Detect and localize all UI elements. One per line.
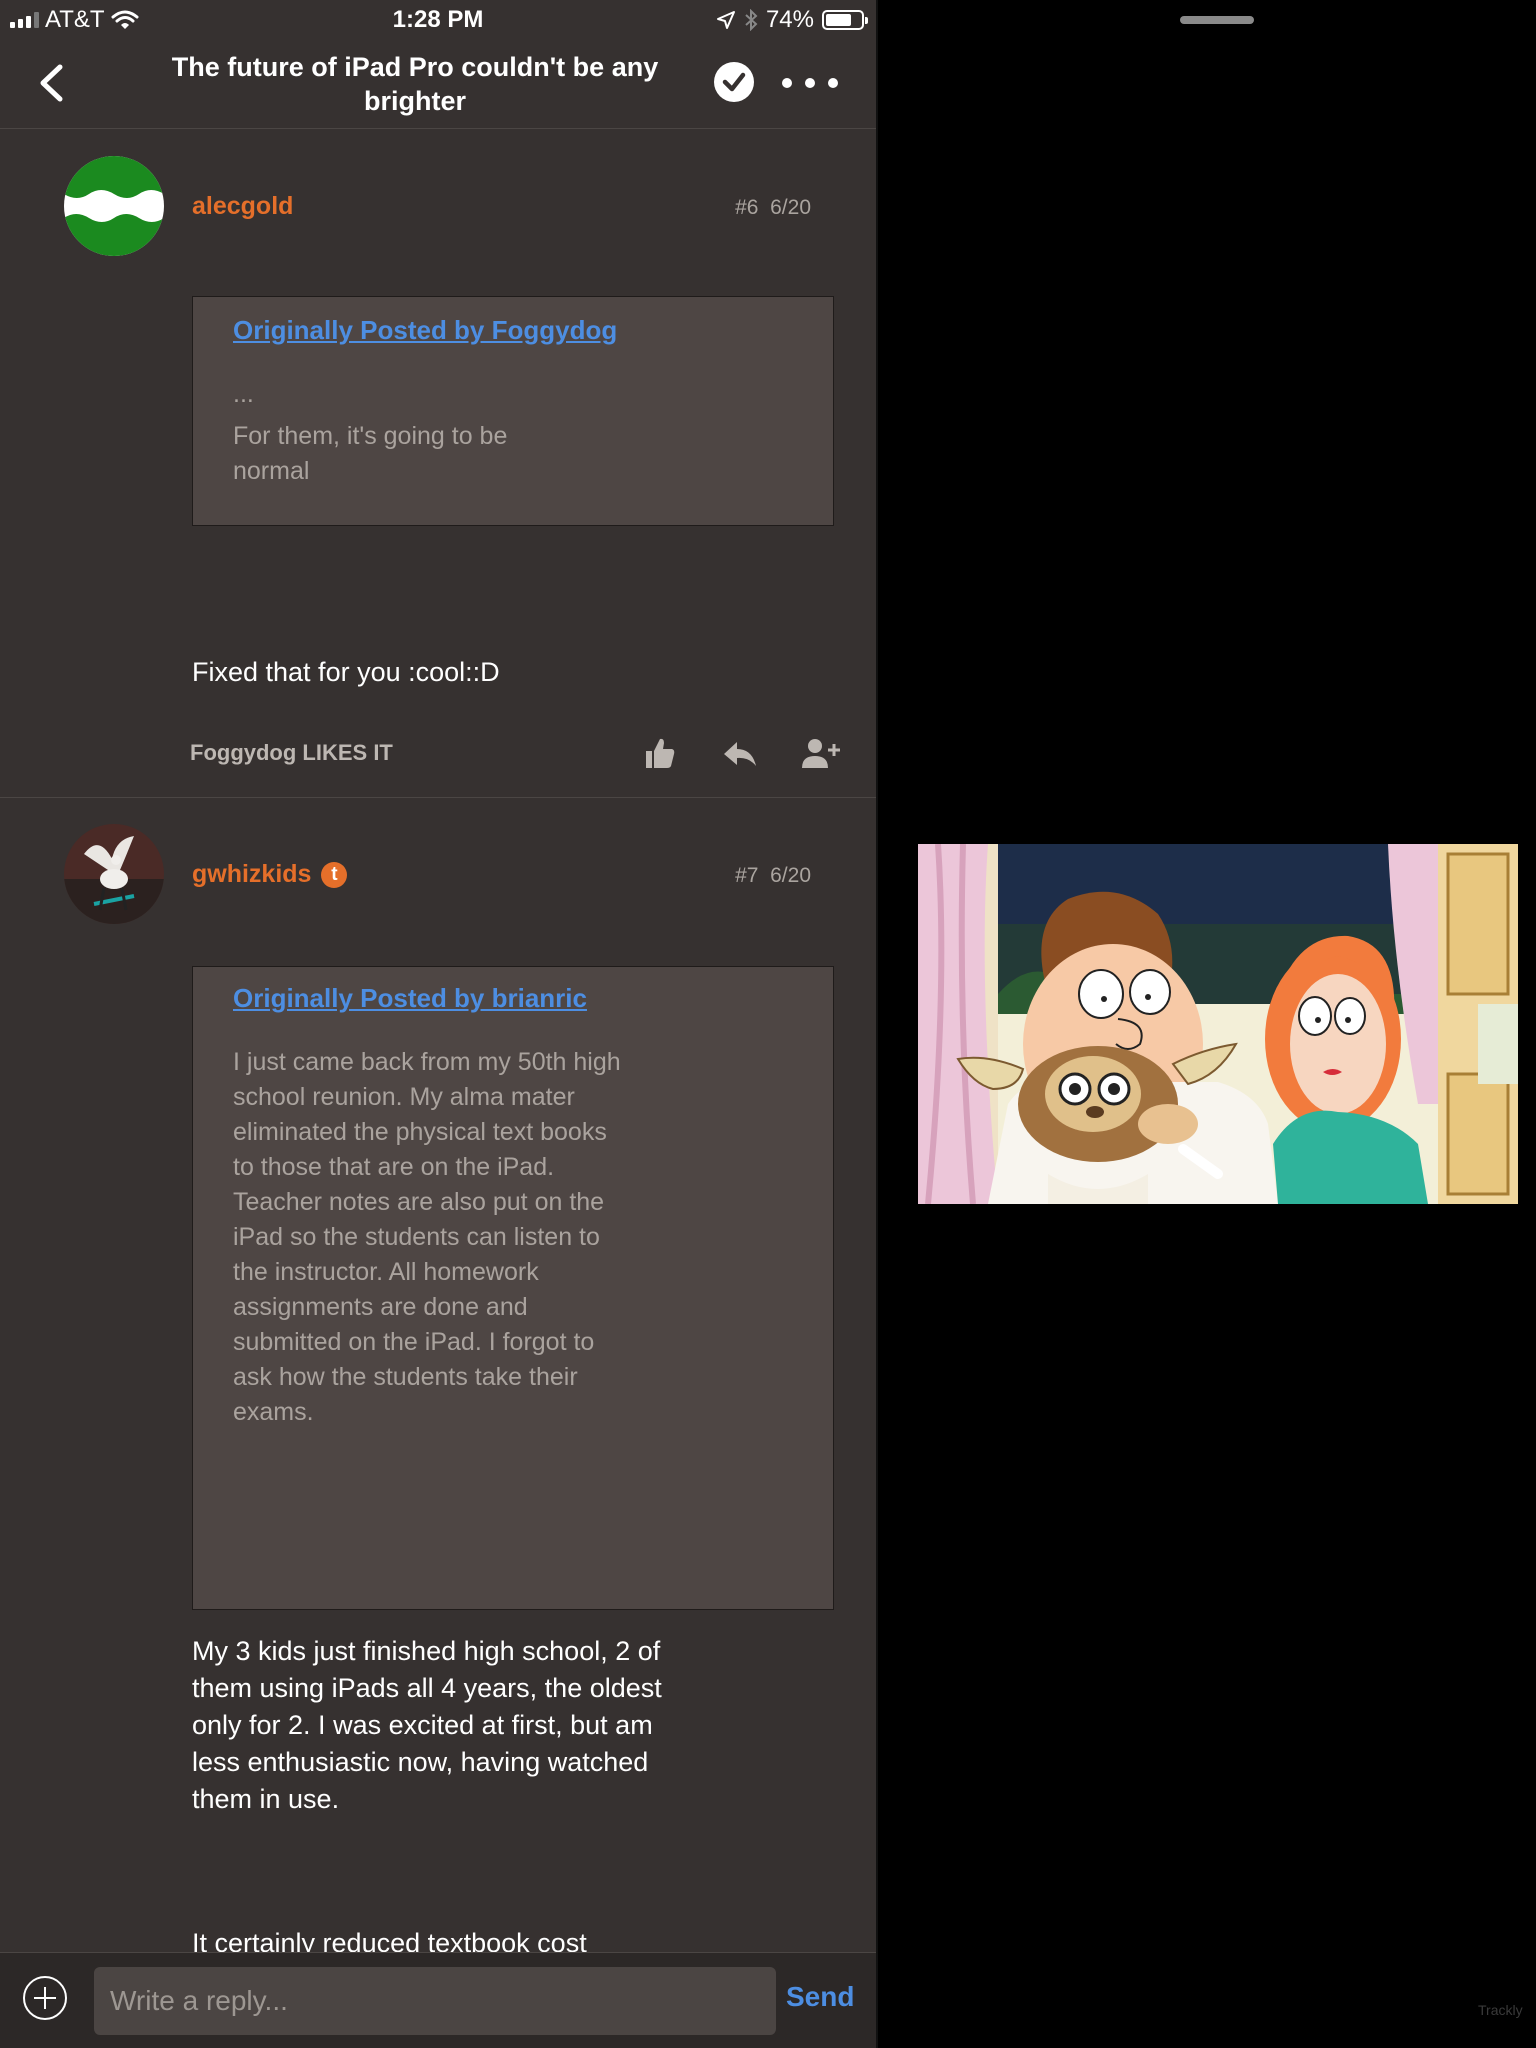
thread-title: The future of iPad Pro couldn't be any b… [171, 52, 659, 116]
quote-source-link[interactable]: Originally Posted by Foggydog [233, 315, 617, 346]
post-7: gwhizkids t #7 6/20 Originally Posted by … [0, 798, 876, 2048]
status-bar: AT&T 1:28 PM 74% [0, 0, 876, 40]
watermark-label: Trackly [1478, 2002, 1523, 2018]
post-date: 6/20 [770, 864, 811, 887]
more-options-button[interactable] [782, 68, 838, 98]
likes-summary[interactable]: Foggydog LIKES IT [190, 740, 393, 766]
quote-box: Originally Posted by Foggydog ... For th… [192, 296, 834, 526]
more-dot [805, 78, 815, 88]
post-6: alecgold #6 6/20 Originally Posted by Fo… [0, 128, 876, 798]
quote-source-link[interactable]: Originally Posted by brianric [233, 983, 587, 1014]
location-arrow-icon [716, 11, 735, 29]
avatar[interactable] [64, 156, 164, 256]
reply-bar: Send [0, 1952, 876, 2048]
battery-percent: 74% [765, 6, 814, 33]
video-frame[interactable] [918, 844, 1518, 1204]
trusted-badge: t [321, 862, 348, 888]
send-button[interactable]: Send [786, 1981, 854, 2013]
quote-text: For them, it's going to be normal [233, 422, 508, 485]
like-icon[interactable] [640, 734, 680, 774]
avatar[interactable] [64, 824, 164, 924]
more-dot [782, 78, 792, 88]
checkmark-icon [722, 72, 746, 92]
more-dot [828, 78, 838, 88]
forum-app: AT&T 1:28 PM 74% The future of iPad Pro … [0, 0, 876, 2048]
add-attachment-button[interactable] [22, 1975, 68, 2021]
cartoon-video-image [918, 844, 1518, 1204]
nav-bar: The future of iPad Pro couldn't be any b… [0, 40, 876, 129]
post-date: 6/20 [770, 196, 811, 219]
app-grabber[interactable] [1180, 16, 1254, 24]
post-meta: #7 6/20 [735, 864, 811, 888]
post-number: #6 [735, 196, 759, 219]
post-body: Fixed that for you :cool::D [192, 657, 500, 687]
add-user-icon[interactable] [800, 734, 842, 774]
reply-icon[interactable] [720, 734, 760, 774]
post-meta: #6 6/20 [735, 196, 811, 220]
battery-icon [822, 10, 868, 30]
quote-text: I just came back from my 50th high schoo… [233, 1048, 621, 1426]
bluetooth-icon [745, 9, 758, 31]
post-body: My 3 kids just finished high school, 2 o… [192, 1636, 662, 1814]
back-button[interactable] [28, 58, 78, 108]
post-number: #7 [735, 864, 759, 887]
post-username: gwhizkids t [192, 860, 348, 889]
username-link[interactable]: gwhizkids [192, 860, 311, 888]
quote-box: Originally Posted by brianric I just cam… [192, 966, 834, 1610]
quote-text: ... [233, 380, 254, 408]
reply-input[interactable] [94, 1967, 776, 2035]
mark-read-button[interactable] [714, 62, 754, 102]
post-username[interactable]: alecgold [192, 192, 293, 221]
